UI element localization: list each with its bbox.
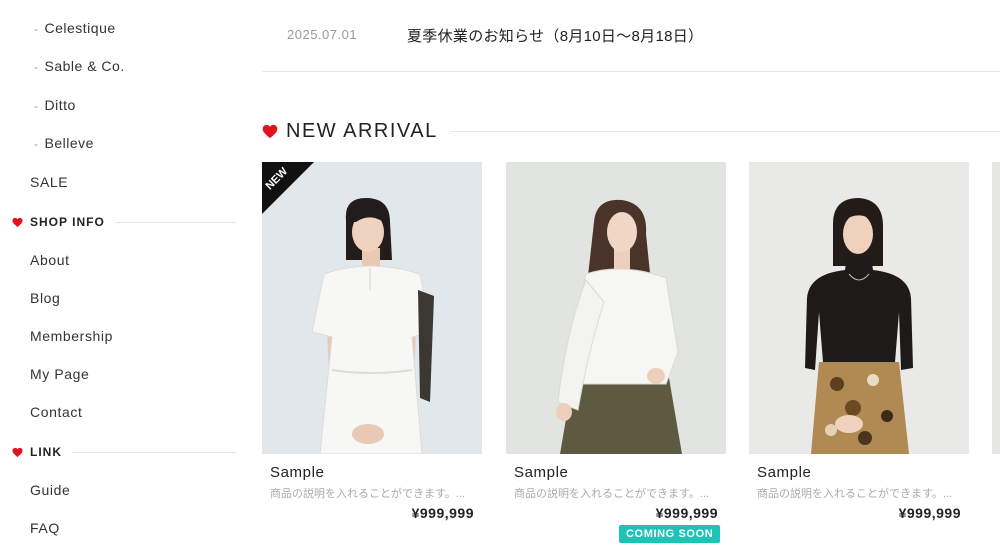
- dash-icon: -: [34, 137, 39, 151]
- shop-info-heading: SHOP INFO: [12, 214, 236, 230]
- sidebar-item-blog[interactable]: Blog: [30, 290, 60, 306]
- news-title[interactable]: 夏季休業のお知らせ（8月10日〜8月18日）: [407, 25, 703, 46]
- heart-icon: [262, 124, 278, 138]
- sidebar-item-membership[interactable]: Membership: [30, 328, 113, 344]
- product-description: 商品の説明を入れることができます。...: [757, 488, 953, 500]
- product-card-partial[interactable]: [992, 162, 1000, 454]
- product-card[interactable]: Sample 商品の説明を入れることができます。... ¥999,999 COM…: [506, 162, 726, 543]
- new-ribbon: NEW: [262, 162, 314, 214]
- product-card[interactable]: NEW Sample 商品の説明を入れることができます。... ¥999,999: [262, 162, 482, 521]
- brand-label: Sable & Co.: [44, 58, 125, 74]
- divider: [72, 451, 236, 453]
- brand-label: Belleve: [44, 135, 94, 151]
- brand-link-sable[interactable]: - Sable & Co.: [34, 58, 125, 74]
- link-label: LINK: [30, 445, 62, 459]
- brand-label: Ditto: [44, 97, 76, 113]
- sidebar-item-about[interactable]: About: [30, 252, 70, 268]
- sidebar-item-contact[interactable]: Contact: [30, 404, 82, 420]
- product-name[interactable]: Sample: [757, 464, 969, 481]
- sidebar-item-faq[interactable]: FAQ: [30, 520, 60, 536]
- heart-icon: [12, 217, 23, 227]
- product-description: 商品の説明を入れることができます。...: [514, 488, 710, 500]
- dash-icon: -: [34, 60, 39, 74]
- brand-link-ditto[interactable]: - Ditto: [34, 97, 76, 113]
- section-title-label: NEW ARRIVAL: [286, 119, 438, 142]
- model-photo: [506, 162, 726, 454]
- product-card[interactable]: Sample 商品の説明を入れることができます。... ¥999,999: [749, 162, 969, 521]
- divider: [449, 130, 1000, 132]
- coming-soon-badge: COMING SOON: [619, 525, 721, 543]
- product-name[interactable]: Sample: [270, 464, 482, 481]
- product-image[interactable]: [749, 162, 969, 454]
- product-description: 商品の説明を入れることができます。...: [270, 488, 466, 500]
- sidebar-item-sale[interactable]: SALE: [30, 174, 68, 190]
- product-image[interactable]: [506, 162, 726, 454]
- product-price: ¥999,999: [655, 505, 718, 521]
- brand-link-celestique[interactable]: - Celestique: [34, 20, 116, 36]
- sidebar: - Celestique - Sable & Co. - Ditto - Belleve…: [0, 0, 240, 554]
- link-heading: LINK: [12, 444, 236, 460]
- brand-link-belleve[interactable]: - Belleve: [34, 135, 94, 151]
- product-name[interactable]: Sample: [514, 464, 726, 481]
- brand-label: Celestique: [44, 20, 116, 36]
- heart-icon: [12, 447, 23, 457]
- model-photo: [749, 162, 969, 454]
- divider: [114, 221, 236, 223]
- dash-icon: -: [34, 22, 39, 36]
- news-item[interactable]: 2025.07.01 夏季休業のお知らせ（8月10日〜8月18日）: [262, 0, 1000, 72]
- dash-icon: -: [34, 99, 39, 113]
- sidebar-item-guide[interactable]: Guide: [30, 482, 70, 498]
- new-arrival-heading: NEW ARRIVAL: [262, 118, 1000, 144]
- shop-info-label: SHOP INFO: [30, 215, 105, 229]
- news-date: 2025.07.01: [287, 27, 358, 42]
- product-price: ¥999,999: [898, 505, 961, 521]
- product-image[interactable]: NEW: [262, 162, 482, 454]
- sidebar-item-my-page[interactable]: My Page: [30, 366, 89, 382]
- product-price: ¥999,999: [411, 505, 474, 521]
